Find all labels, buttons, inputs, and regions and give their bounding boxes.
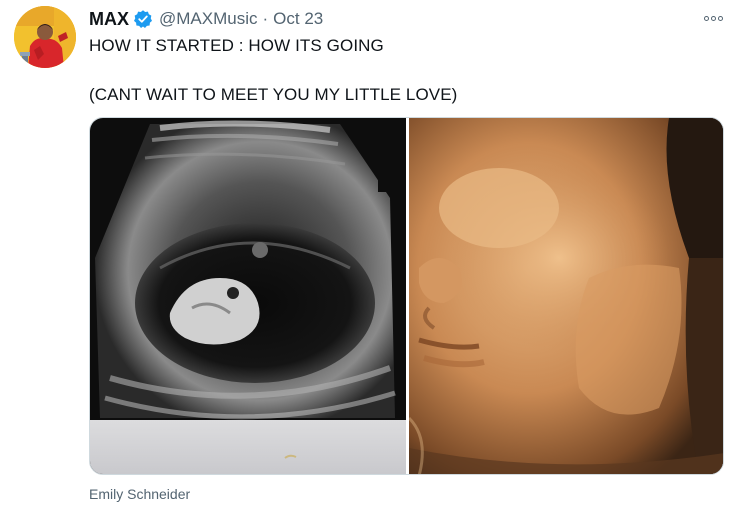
tweet-text-line-2: (CANT WAIT TO MEET YOU MY LITTLE LOVE) [89,85,458,104]
tweet-media [89,117,724,475]
tweet-header: MAX @MAXMusic · Oct 23 [89,8,323,30]
3d-ultrasound-face-image[interactable] [409,118,723,474]
verified-badge-icon [133,9,153,29]
tweet-text-line-1: HOW IT STARTED : HOW ITS GOING [89,36,384,55]
tweet: MAX @MAXMusic · Oct 23 HOW IT STARTED : … [0,0,742,515]
author-name[interactable]: MAX [89,9,129,30]
ultrasound-scan-image[interactable] [90,118,406,474]
more-horizontal-icon[interactable] [699,8,727,28]
media-credit[interactable]: Emily Schneider [89,486,190,502]
separator-dot: · [262,9,269,28]
tweet-date[interactable]: Oct 23 [273,9,323,29]
author-handle[interactable]: @MAXMusic [159,9,258,29]
avatar[interactable] [14,6,76,68]
